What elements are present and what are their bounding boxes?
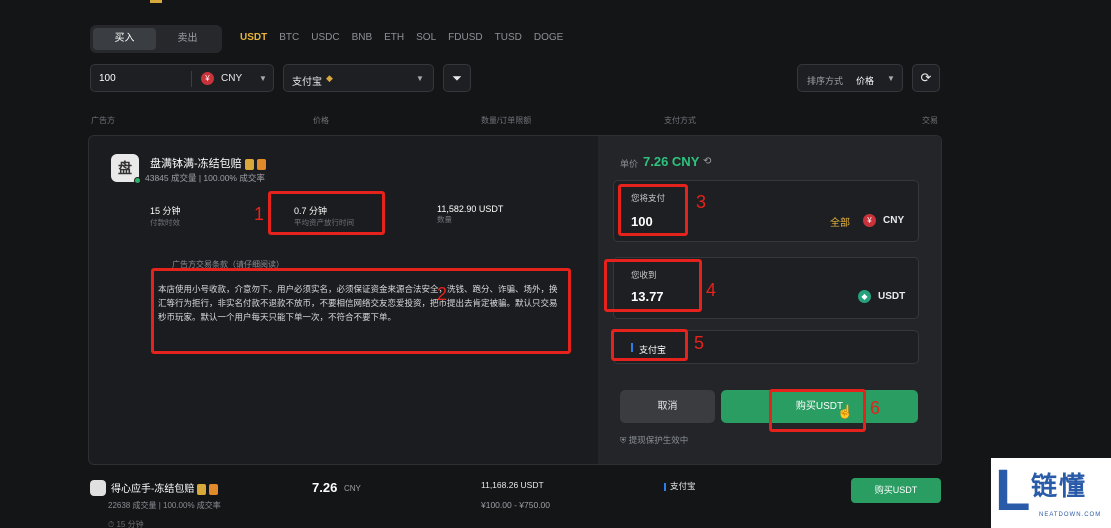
amount-filter-input[interactable]: 100 ¥ CNY ▼ — [90, 64, 274, 92]
sort-label: 排序方式 — [807, 76, 844, 86]
annotation-number-6: 6 — [870, 398, 881, 418]
col-header-trade: 交易 — [922, 116, 938, 125]
filter-button[interactable]: ⏷ — [443, 64, 471, 92]
logo-mark: L — [995, 458, 1031, 523]
coin-tab-bnb[interactable]: BNB — [352, 32, 373, 43]
active-tab-indicator — [150, 0, 162, 3]
coin-tab-btc[interactable]: BTC — [279, 32, 299, 43]
annotation-number-5: 5 — [694, 333, 705, 353]
verified-badge-icon — [244, 158, 254, 170]
payment-select-value: 支付宝 — [292, 77, 322, 88]
unit-price-label: 单价 — [620, 159, 639, 169]
buy-tab[interactable]: 买入 — [93, 28, 156, 50]
coin-tab-eth[interactable]: ETH — [384, 32, 404, 43]
payment-method: 支付宝 — [664, 480, 696, 492]
pay-time: ⏱ 15 分钟 — [108, 520, 144, 528]
shield-badge-icon — [209, 483, 219, 495]
verified-badge-icon — [197, 483, 207, 495]
chevron-down-icon: ▼ — [887, 74, 895, 83]
annotation-box-6 — [769, 389, 866, 432]
quantity-block: 11,582.90 USDT 数量 — [437, 204, 504, 224]
sell-tab[interactable]: 卖出 — [156, 28, 219, 50]
chevron-down-icon: ▼ — [416, 74, 424, 83]
coin-tab-fdusd[interactable]: FDUSD — [448, 32, 482, 43]
logo-url: NEATDOWN.COM — [1039, 512, 1102, 518]
payment-method-select[interactable]: 支付宝 ◆ ▼ — [283, 64, 434, 92]
price-refresh-icon[interactable]: ⟲ — [703, 156, 711, 167]
shield-badge-icon — [256, 158, 266, 170]
watermark-logo: L 链懂 NEATDOWN.COM — [991, 458, 1111, 528]
merchant-stats: 22638 成交量 | 100.00% 成交率 — [108, 501, 221, 510]
annotation-number-3: 3 — [696, 192, 707, 212]
price-currency: CNY — [344, 484, 361, 493]
divider — [191, 71, 192, 87]
annotation-box-1 — [268, 191, 385, 235]
merchant-name[interactable]: 盘满钵满-冻结包赔 — [150, 155, 266, 171]
currency-select[interactable]: CNY — [221, 73, 242, 84]
price-value: 7.26 — [312, 480, 338, 495]
cancel-button[interactable]: 取消 — [620, 390, 715, 423]
payment-badge-icon: ◆ — [326, 73, 333, 83]
merchant-stats: 43845 成交量 | 100.00% 成交率 — [145, 173, 265, 183]
merchant-name[interactable]: 得心应手-冻结包赔 — [111, 480, 219, 495]
sort-select[interactable]: 排序方式 价格 ▼ — [797, 64, 903, 92]
limit-value: ¥100.00 - ¥750.00 — [481, 500, 551, 510]
refresh-icon: ⟳ — [920, 70, 932, 85]
receive-currency: USDT — [878, 291, 906, 302]
chevron-down-icon: ▼ — [259, 74, 267, 83]
coin-tab-tusd[interactable]: TUSD — [495, 32, 522, 43]
amount-value: 100 — [99, 73, 116, 84]
unit-price-value: 7.26 CNY — [643, 154, 700, 169]
avatar[interactable]: 盘 — [111, 154, 141, 184]
col-header-advertiser: 广告方 — [91, 116, 115, 125]
col-header-payment: 支付方式 — [664, 116, 696, 125]
cny-icon: ¥ — [201, 72, 214, 85]
pay-currency: CNY — [883, 215, 905, 226]
quantity-value: 11,168.26 USDT — [481, 480, 544, 490]
filter-icon: ⏷ — [452, 71, 462, 85]
sort-value: 价格 — [856, 76, 875, 86]
logo-text: 链懂 — [1031, 471, 1088, 501]
shield-icon: ⛨ — [620, 435, 629, 445]
col-header-price: 价格 — [313, 116, 329, 125]
annotation-number-1: 1 — [254, 204, 265, 224]
pay-time-block: 15 分钟 付款时效 — [150, 206, 181, 227]
annotation-box-3 — [618, 184, 688, 236]
protection-notice[interactable]: ⛨ 提现保护生效中 — [620, 434, 688, 446]
coin-tab-doge[interactable]: DOGE — [534, 32, 563, 43]
annotation-number-2: 2 — [437, 284, 448, 304]
buy-sell-toggle[interactable]: 买入 卖出 — [90, 25, 222, 53]
annotation-box-4 — [604, 259, 702, 312]
all-button[interactable]: 全部 — [830, 214, 850, 229]
usdt-icon: ◆ — [858, 290, 871, 303]
col-header-limit: 数量/订单限额 — [481, 116, 532, 125]
annotation-box-5 — [611, 329, 688, 361]
refresh-button[interactable]: ⟳ — [912, 64, 940, 92]
coin-tab-usdc[interactable]: USDC — [311, 32, 339, 43]
cny-icon: ¥ — [863, 214, 876, 227]
buy-usdt-button[interactable]: 购买USDT — [851, 478, 941, 503]
annotation-box-2 — [151, 268, 571, 354]
coin-tab-sol[interactable]: SOL — [416, 32, 436, 43]
coin-tab-usdt[interactable]: USDT — [240, 32, 267, 43]
coin-tabs: USDT BTC USDC BNB ETH SOL FDUSD TUSD DOG… — [240, 32, 575, 43]
annotation-number-4: 4 — [706, 280, 717, 300]
online-dot — [134, 177, 141, 184]
avatar[interactable] — [90, 480, 106, 496]
